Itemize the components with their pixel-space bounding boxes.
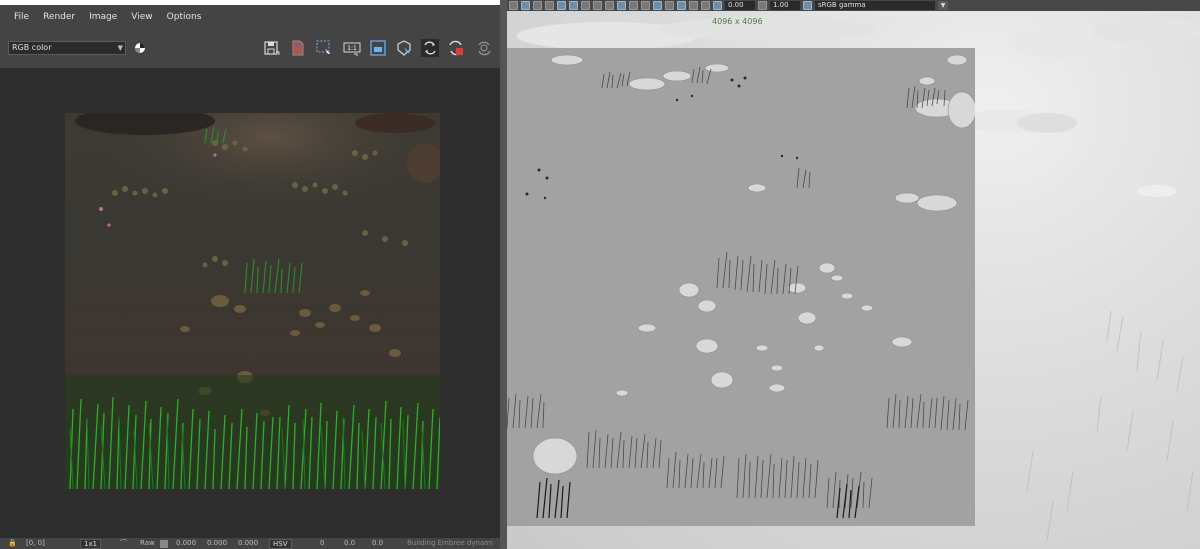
camera-attributes-icon[interactable]	[521, 1, 530, 10]
exposure-icon[interactable]	[713, 1, 722, 10]
rendered-image	[65, 113, 440, 489]
chevron-down-icon: ▼	[117, 44, 123, 52]
region-select-icon[interactable]	[315, 39, 333, 57]
xray-joints-icon[interactable]	[653, 1, 662, 10]
xray-icon[interactable]	[641, 1, 650, 10]
remove-image-icon[interactable]	[289, 39, 307, 57]
raw-b: 0.000	[238, 539, 259, 547]
channel-display-select[interactable]: RGB color ▼	[8, 41, 126, 55]
real-size-label: 1:1	[347, 45, 357, 52]
lighting-icon[interactable]	[593, 1, 602, 10]
status-message: Building Embree dynami	[407, 539, 493, 547]
window-divider[interactable]	[500, 0, 507, 549]
use-default-material-icon[interactable]	[569, 1, 578, 10]
menu-options[interactable]: Options	[167, 12, 202, 22]
raw-color-swatch	[160, 540, 168, 548]
hsv-v: 0.0	[372, 539, 384, 547]
gamma-field[interactable]: 1.00	[770, 1, 800, 10]
color-space-select[interactable]: sRGB gamma	[815, 1, 935, 10]
render-view-window: File Render Image View Options RGB color…	[0, 0, 507, 549]
resolution-gate-label: 4096 x 4096	[712, 17, 763, 26]
ambient-occlusion-icon[interactable]	[617, 1, 626, 10]
render-view-statusbar: 🔒 [0, 0] 1x1 ⌒ Raw 0.000 0.000 0.000 HSV…	[0, 538, 507, 549]
lock-icon[interactable]: 🔒	[8, 538, 17, 549]
shaded-wireframe-icon[interactable]	[557, 1, 566, 10]
raw-r: 0.000	[176, 539, 197, 547]
render-view-toolbar: RGB color ▼ 1:1	[0, 28, 500, 68]
pixel-coords: [0, 0]	[26, 539, 45, 547]
ipr-render-icon[interactable]	[421, 39, 439, 57]
raw-label: Raw	[140, 539, 155, 547]
channel-display-value: RGB color	[12, 43, 52, 52]
render-view-menubar: File Render Image View Options	[0, 5, 500, 28]
render-stop-icon[interactable]	[447, 39, 465, 57]
screen: 0.00 1.00 sRGB gamma ▼ 4096 x 4096 File …	[0, 0, 1200, 549]
curve-icon[interactable]: ⌒	[120, 538, 127, 549]
raw-g: 0.000	[207, 539, 228, 547]
render-image-area[interactable]	[0, 68, 500, 538]
viewport-render-region	[507, 48, 977, 526]
menu-file[interactable]: File	[14, 12, 29, 22]
render-settings-icon[interactable]	[475, 39, 493, 57]
hsv-s: 0.0	[344, 539, 356, 547]
smooth-shade-icon[interactable]	[545, 1, 554, 10]
color-management-icon[interactable]	[803, 1, 812, 10]
gamma-icon[interactable]	[758, 1, 767, 10]
zoom-select[interactable]: 1x1	[80, 539, 102, 549]
gate-mask-icon[interactable]	[665, 1, 674, 10]
menu-render[interactable]: Render	[43, 12, 75, 22]
safe-action-icon[interactable]	[701, 1, 710, 10]
hsv-h: 0	[320, 539, 325, 547]
color-channel-icon[interactable]	[134, 42, 146, 54]
grid-toggle-icon[interactable]	[509, 1, 518, 10]
viewport-panel[interactable]: 0.00 1.00 sRGB gamma ▼ 4096 x 4096	[507, 0, 1200, 549]
save-image-icon[interactable]	[263, 39, 281, 57]
field-chart-icon[interactable]	[689, 1, 698, 10]
viewport-panel-toolbar: 0.00 1.00 sRGB gamma ▼	[507, 0, 1200, 11]
menu-view[interactable]: View	[131, 12, 152, 22]
isolate-select-icon[interactable]	[629, 1, 638, 10]
exposure-field[interactable]: 0.00	[725, 1, 755, 10]
wireframe-icon[interactable]	[533, 1, 542, 10]
color-mode-select[interactable]: HSV	[269, 539, 292, 549]
textured-icon[interactable]	[581, 1, 590, 10]
menu-image[interactable]: Image	[89, 12, 117, 22]
color-space-dropdown-arrow[interactable]: ▼	[938, 1, 948, 10]
real-size-icon[interactable]: 1:1	[343, 39, 361, 57]
shadows-icon[interactable]	[605, 1, 614, 10]
snapshot-icon[interactable]	[395, 39, 413, 57]
frame-image-icon[interactable]	[369, 39, 387, 57]
resolution-gate-icon[interactable]	[677, 1, 686, 10]
